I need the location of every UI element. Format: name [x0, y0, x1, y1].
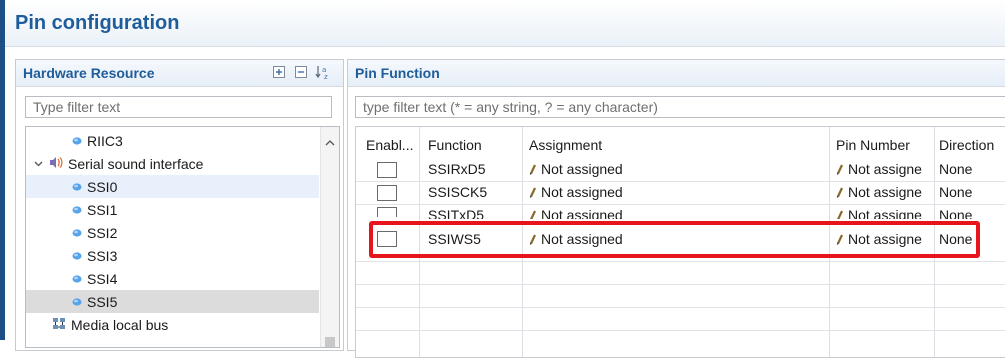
window-left-edge — [0, 0, 5, 340]
tree-item-ssi3[interactable]: SSI3 — [26, 244, 319, 267]
tree-item-label: SSI0 — [87, 178, 118, 195]
tree-item-label: SSI4 — [87, 270, 118, 287]
hardware-panel-header: Hardware Resource az — [16, 60, 343, 87]
peripheral-icon — [72, 297, 82, 306]
pencil-icon — [529, 185, 536, 201]
tree-item-label: Serial sound interface — [68, 155, 204, 172]
column-header-function[interactable]: Function — [428, 137, 482, 153]
enable-checkbox[interactable] — [377, 207, 397, 217]
tree-item-ssi1[interactable]: SSI1 — [26, 198, 319, 221]
pin-number-value: Not assigne — [848, 207, 922, 219]
hardware-panel-title: Hardware Resource — [23, 65, 155, 81]
pin-panel-header: Pin Function — [348, 60, 1005, 87]
column-header-direction[interactable]: Direction — [939, 137, 994, 153]
tree-vertical-scrollbar[interactable] — [320, 127, 339, 347]
pencil-icon — [836, 185, 843, 201]
tree-item-serial-sound-interface[interactable]: Serial sound interface — [26, 152, 319, 175]
assignment-cell[interactable]: Not assigned — [529, 184, 623, 201]
assignment-value: Not assigned — [541, 161, 623, 177]
hardware-panel-toolbar: az — [271, 64, 331, 80]
pin-number-cell[interactable]: Not assigne — [836, 161, 932, 178]
row-divider — [356, 284, 1005, 285]
pin-filter-input[interactable] — [355, 96, 1005, 118]
row-divider — [356, 261, 1005, 262]
tree-item-label: Media local bus — [71, 316, 169, 333]
bus-icon — [52, 317, 66, 333]
assignment-cell[interactable]: Not assigned — [529, 207, 623, 219]
peripheral-icon — [72, 228, 82, 237]
tree-item-label: SSI1 — [87, 201, 118, 218]
function-cell: SSISCK5 — [428, 184, 488, 200]
collapse-all-icon[interactable] — [293, 64, 309, 80]
pencil-icon — [529, 162, 536, 178]
scroll-up-icon[interactable] — [325, 133, 335, 149]
sort-az-icon[interactable]: az — [315, 64, 331, 80]
function-cell: SSIRxD5 — [428, 161, 486, 177]
chevron-down-icon[interactable] — [32, 161, 45, 167]
highlight-annotation — [369, 221, 980, 258]
peripheral-icon — [72, 274, 82, 283]
pin-number-cell[interactable]: Not assigne — [836, 207, 932, 219]
direction-cell[interactable]: None — [939, 184, 972, 200]
direction-cell[interactable]: None — [939, 207, 972, 219]
enable-checkbox[interactable] — [377, 185, 397, 201]
function-cell: SSITxD5 — [428, 207, 485, 219]
peripheral-icon — [72, 136, 82, 145]
pencil-icon — [529, 208, 536, 219]
assignment-cell[interactable]: Not assigned — [529, 161, 623, 178]
tree-item-label: SSI5 — [87, 293, 118, 310]
pin-number-value: Not assigne — [848, 184, 922, 200]
pin-function-panel: Pin Function Enabl... Function Assignmen… — [347, 59, 1005, 358]
column-header-enabled[interactable]: Enabl... — [366, 137, 413, 153]
page-header: Pin configuration — [5, 0, 1005, 46]
svg-text:z: z — [324, 73, 328, 80]
row-divider — [356, 204, 1005, 205]
pin-number-cell[interactable]: Not assigne — [836, 184, 932, 201]
tree-item-media-local-bus[interactable]: Media local bus — [26, 313, 319, 336]
tree-item-label: RIIC3 — [87, 132, 123, 149]
pin-panel-title: Pin Function — [355, 65, 440, 81]
peripheral-icon — [72, 182, 82, 191]
page-title: Pin configuration — [15, 12, 180, 34]
enable-checkbox[interactable] — [377, 162, 397, 178]
peripheral-icon — [72, 251, 82, 260]
hardware-tree: RIIC3 Serial sound interface SSI0 SSI1 S… — [25, 126, 340, 348]
pencil-icon — [836, 162, 843, 178]
row-divider — [356, 330, 1005, 331]
column-header-assignment[interactable]: Assignment — [529, 137, 602, 153]
tree-item-ssi4[interactable]: SSI4 — [26, 267, 319, 290]
tree-item-label: SSI2 — [87, 224, 118, 241]
column-header-pin-number[interactable]: Pin Number — [836, 137, 910, 153]
tree-item-riic3[interactable]: RIIC3 — [26, 129, 319, 152]
peripheral-icon — [72, 205, 82, 214]
assignment-value: Not assigned — [541, 184, 623, 200]
expand-all-icon[interactable] — [271, 64, 287, 80]
assignment-value: Not assigned — [541, 207, 623, 219]
sound-interface-icon — [49, 156, 63, 172]
tree-item-ssi2[interactable]: SSI2 — [26, 221, 319, 244]
row-divider — [356, 307, 1005, 308]
header-divider — [5, 46, 1005, 47]
hardware-resource-panel: Hardware Resource az RIIC3 Seri — [15, 59, 344, 351]
row-divider — [356, 181, 1005, 182]
pencil-icon — [836, 208, 843, 219]
tree-item-ssi5[interactable]: SSI5 — [26, 290, 319, 313]
hardware-filter-input[interactable] — [25, 96, 332, 118]
tree-item-ssi0[interactable]: SSI0 — [26, 175, 319, 198]
scrollbar-thumb[interactable] — [325, 337, 335, 347]
pin-number-value: Not assigne — [848, 161, 922, 177]
tree-item-label: SSI3 — [87, 247, 118, 264]
direction-cell[interactable]: None — [939, 161, 972, 177]
